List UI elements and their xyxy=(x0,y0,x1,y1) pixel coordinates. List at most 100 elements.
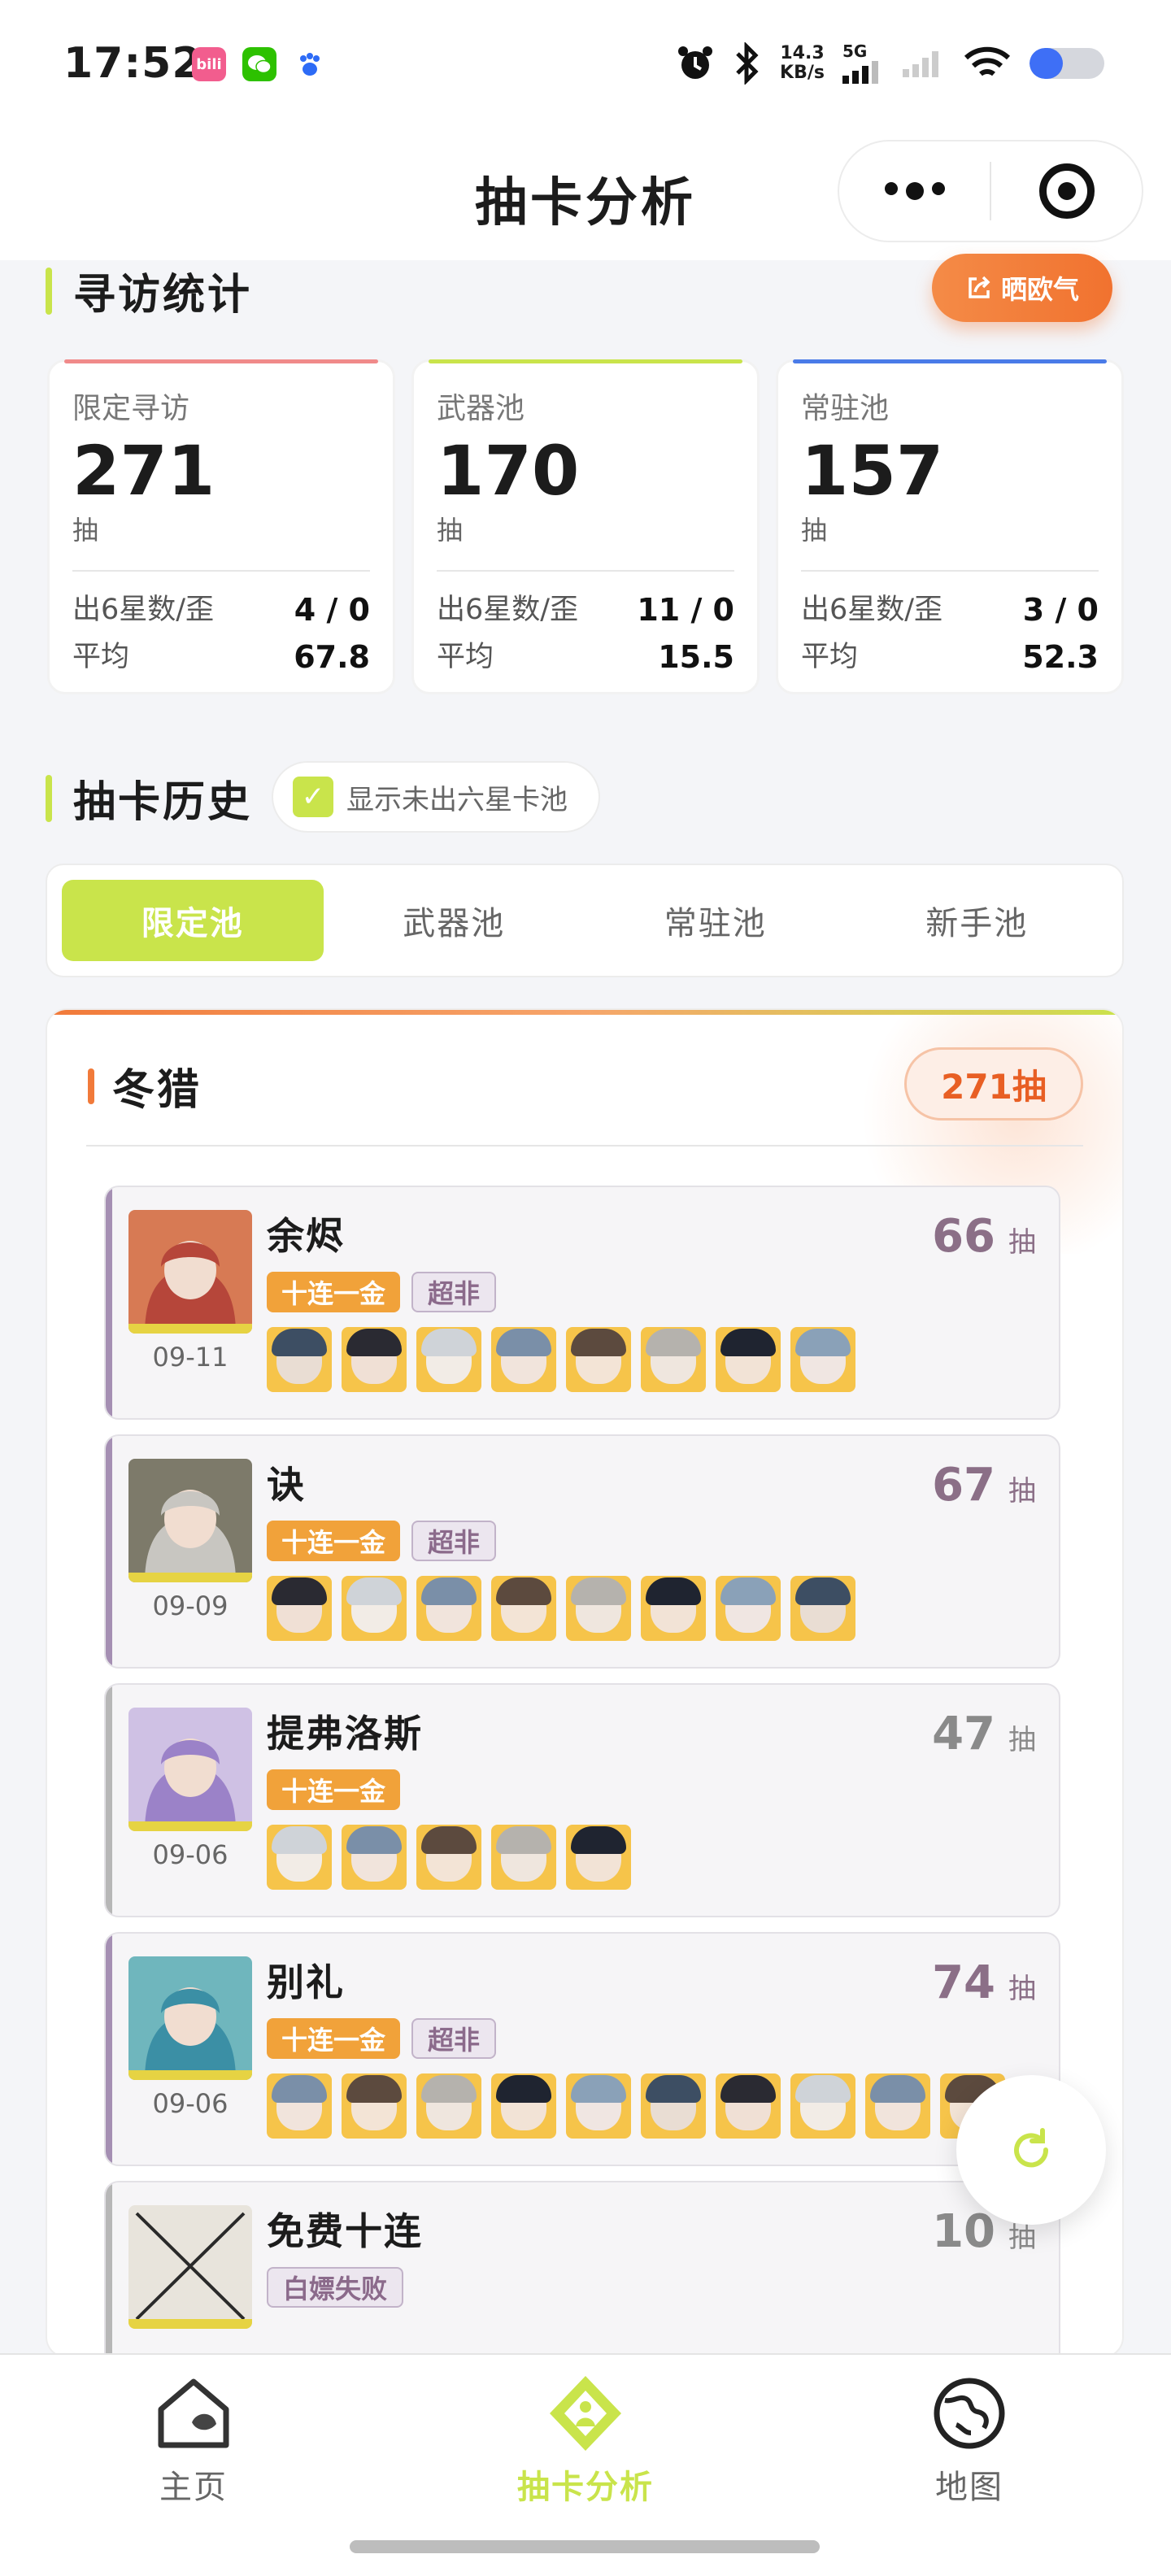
operator-avatar[interactable] xyxy=(790,1327,855,1392)
operator-avatar[interactable] xyxy=(716,2073,781,2139)
operator-avatar[interactable] xyxy=(267,1327,332,1392)
card-row-average: 平均 67.8 xyxy=(72,639,370,675)
operator-avatar[interactable] xyxy=(416,1825,481,1890)
tab-pool-0[interactable]: 限定池 xyxy=(62,880,324,961)
operator-avatar[interactable] xyxy=(342,1576,407,1641)
operator-avatar[interactable] xyxy=(716,1327,781,1392)
signal-5g: 5G xyxy=(842,43,885,84)
operator-avatar[interactable] xyxy=(267,1576,332,1641)
card-label: 常驻池 xyxy=(801,392,890,425)
entry-accent-bar xyxy=(106,2182,112,2356)
card-accent-line xyxy=(429,359,742,363)
share-icon xyxy=(969,276,990,298)
share-luck-button[interactable]: 晒欧气 xyxy=(932,254,1112,322)
tab-home[interactable]: 主页 xyxy=(72,2373,316,2508)
status-time: 17:52 xyxy=(63,39,202,88)
operator-avatar[interactable] xyxy=(641,2073,706,2139)
operator-avatar[interactable] xyxy=(566,2073,631,2139)
card-label: 武器池 xyxy=(437,392,525,425)
card-row-average: 平均 15.5 xyxy=(437,639,734,675)
badge-gold: 十连一金 xyxy=(267,2018,401,2059)
checkbox-checked-icon[interactable]: ✓ xyxy=(293,777,333,817)
operator-avatar[interactable] xyxy=(491,2073,556,2139)
bluetooth-icon xyxy=(736,42,759,85)
badge-purple: 白嫖失败 xyxy=(267,2267,404,2308)
home-indicator xyxy=(350,2540,820,2553)
entry-name: 免费十连 xyxy=(267,2209,423,2253)
operator-avatar-row xyxy=(267,2073,1005,2139)
operator-avatar[interactable] xyxy=(491,1576,556,1641)
operator-avatar[interactable] xyxy=(342,2073,407,2139)
entry-name: 余烬 xyxy=(267,1214,345,1258)
refresh-button[interactable] xyxy=(956,2075,1106,2225)
entry-badges: 十连一金 xyxy=(267,1769,401,1810)
card-label: 限定寻访 xyxy=(72,392,190,425)
entry-count: 47 抽 xyxy=(932,1708,1036,1760)
operator-avatar[interactable] xyxy=(566,1825,631,1890)
operator-avatar[interactable] xyxy=(566,1576,631,1641)
pool-entry[interactable]: 09-09 诀 67 抽 十连一金 超非 xyxy=(104,1434,1060,1669)
operator-avatar[interactable] xyxy=(491,1327,556,1392)
tab-pool-1[interactable]: 武器池 xyxy=(324,880,586,961)
operator-avatar[interactable] xyxy=(790,2073,855,2139)
card-unit: 抽 xyxy=(72,515,99,546)
operator-avatar[interactable] xyxy=(267,2073,332,2139)
operator-avatar[interactable] xyxy=(416,1327,481,1392)
tab-map-label: 地图 xyxy=(935,2469,1003,2506)
home-icon xyxy=(153,2373,234,2454)
entry-accent-bar xyxy=(106,1934,112,2165)
operator-avatar[interactable] xyxy=(566,1327,631,1392)
pool-name: 冬猎 xyxy=(112,1066,202,1115)
card-divider xyxy=(801,570,1099,572)
close-target-icon[interactable] xyxy=(991,163,1142,219)
entry-badges: 十连一金 超非 xyxy=(267,1272,497,1312)
pool-total-badge: 271抽 xyxy=(904,1047,1083,1120)
operator-avatar[interactable] xyxy=(267,1825,332,1890)
entry-name: 诀 xyxy=(267,1463,306,1507)
operator-avatar-row xyxy=(267,1825,631,1890)
pool-entry[interactable]: 免费十连 10 抽 白嫖失败 xyxy=(104,2181,1060,2356)
show-no-six-star-toggle[interactable]: ✓ 显示未出六星卡池 xyxy=(272,761,600,833)
character-portrait xyxy=(128,1956,252,2080)
wechat-icon xyxy=(242,47,276,81)
entry-badges: 十连一金 超非 xyxy=(267,2018,497,2059)
battery-icon xyxy=(1030,48,1104,79)
operator-avatar[interactable] xyxy=(491,1825,556,1890)
tab-gacha-analysis[interactable]: 抽卡分析 xyxy=(464,2373,707,2508)
operator-avatar[interactable] xyxy=(641,1327,706,1392)
pool-entry[interactable]: 09-06 别礼 74 抽 十连一金 超非 xyxy=(104,1932,1060,2166)
card-divider xyxy=(72,570,370,572)
more-icon[interactable] xyxy=(839,182,990,200)
signal-2-icon xyxy=(903,51,938,77)
pool-title: 冬猎 xyxy=(88,1055,202,1116)
tab-map[interactable]: 地图 xyxy=(847,2373,1091,2508)
status-indicators: 14.3 KB/s 5G xyxy=(676,42,1104,85)
operator-avatar[interactable] xyxy=(342,1327,407,1392)
entry-name: 别礼 xyxy=(267,1960,345,2004)
baidu-icon xyxy=(293,47,327,81)
pool-entry[interactable]: 09-11 余烬 66 抽 十连一金 超非 xyxy=(104,1186,1060,1420)
card-unit: 抽 xyxy=(437,515,464,546)
badge-purple: 超非 xyxy=(411,1521,497,1561)
wifi-icon xyxy=(964,46,1011,76)
card-row-six-star: 出6星数/歪 3 / 0 xyxy=(801,592,1099,628)
operator-avatar[interactable] xyxy=(641,1576,706,1641)
operator-avatar[interactable] xyxy=(416,2073,481,2139)
operator-avatar[interactable] xyxy=(790,1576,855,1641)
tab-pool-3[interactable]: 新手池 xyxy=(847,880,1108,961)
tab-pool-2[interactable]: 常驻池 xyxy=(585,880,847,961)
stat-card-1: 武器池 170 抽 出6星数/歪 11 / 0 平均 15.5 xyxy=(411,359,760,694)
history-header: 抽卡历史 xyxy=(46,768,252,829)
globe-map-icon xyxy=(929,2373,1010,2454)
operator-avatar[interactable] xyxy=(416,1576,481,1641)
card-divider xyxy=(437,570,734,572)
card-accent-line xyxy=(64,359,378,363)
pool-entry[interactable]: 09-06 提弗洛斯 47 抽 十连一金 xyxy=(104,1683,1060,1917)
status-bar: 17:52 bili 14.3 KB/s 5G xyxy=(0,0,1171,130)
character-portrait xyxy=(128,1459,252,1582)
card-row-average: 平均 52.3 xyxy=(801,639,1099,675)
operator-avatar[interactable] xyxy=(342,1825,407,1890)
operator-avatar[interactable] xyxy=(716,1576,781,1641)
operator-avatar[interactable] xyxy=(865,2073,930,2139)
mini-program-capsule xyxy=(838,140,1143,242)
